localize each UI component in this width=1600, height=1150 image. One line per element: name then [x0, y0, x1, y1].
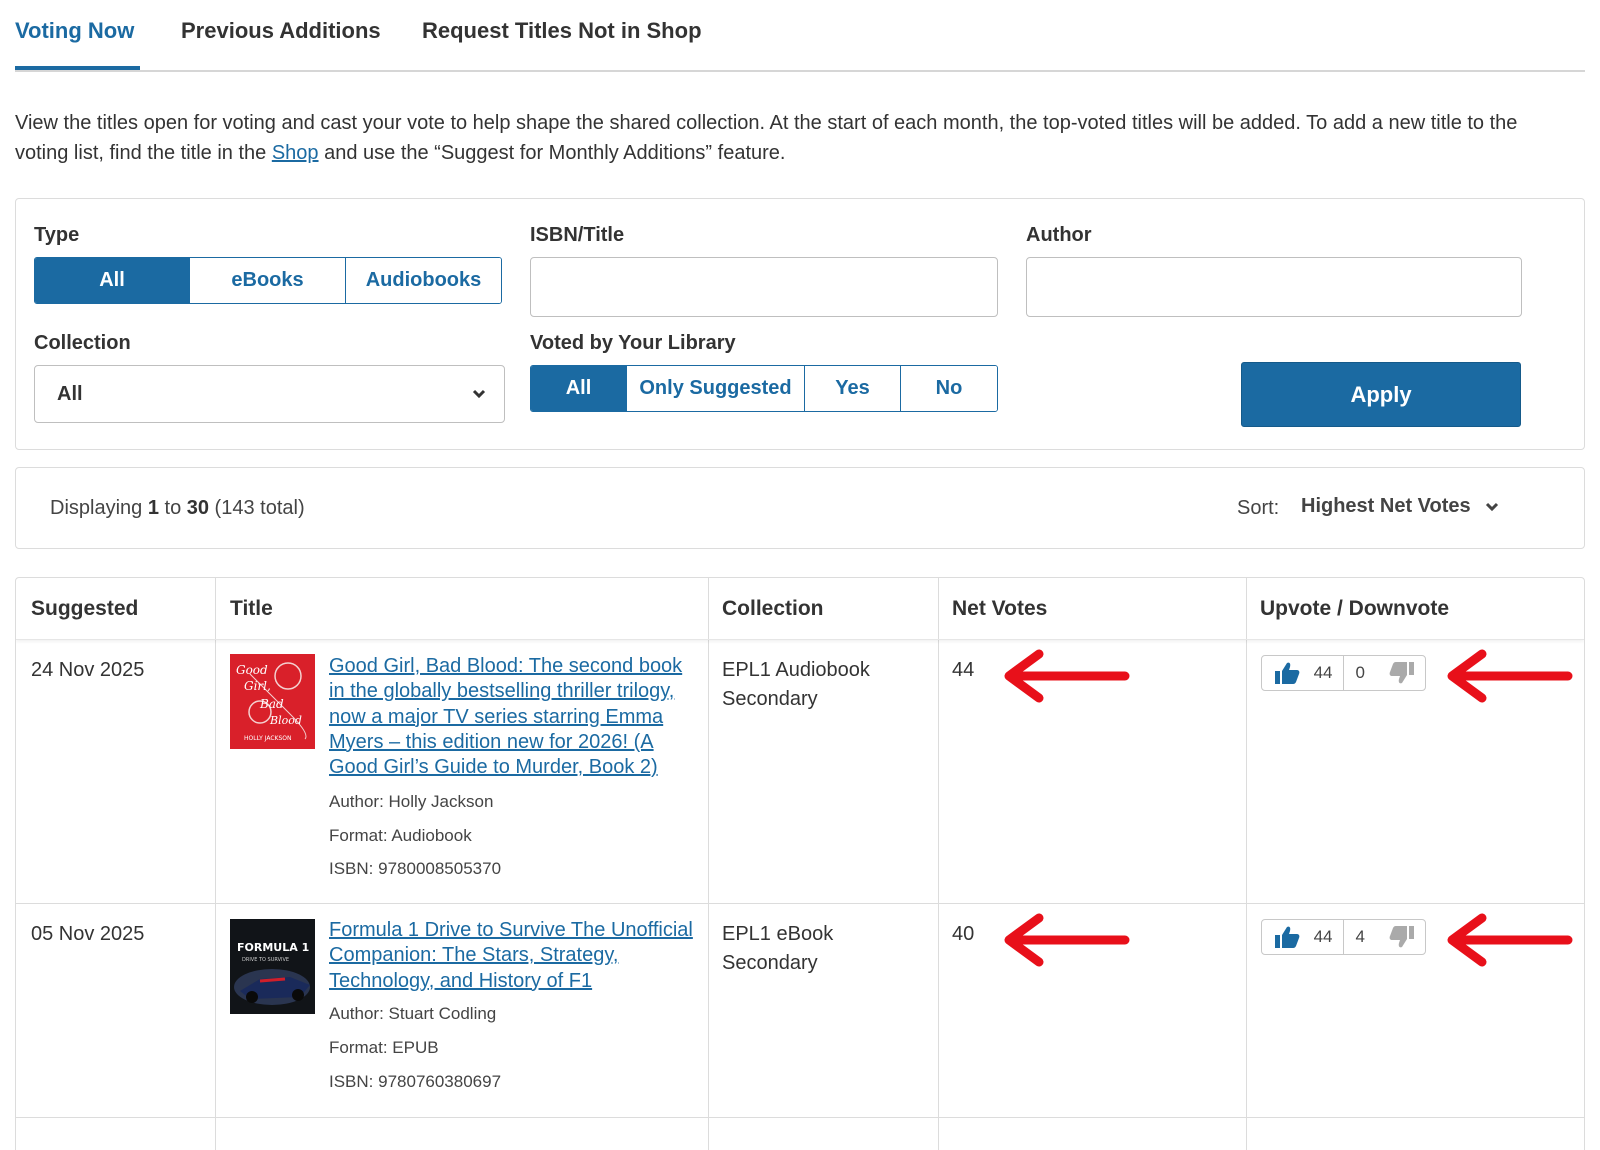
- upvote-button[interactable]: 44: [1262, 656, 1344, 690]
- voted-toggle: All Only Suggested Yes No: [530, 365, 998, 412]
- type-label: Type: [34, 224, 80, 246]
- results-prefix: Displaying: [50, 497, 148, 519]
- cover-art-good-girl-bad-blood: Good Girl, Bad Blood HOLLY JACKSON: [230, 654, 315, 749]
- apply-button[interactable]: Apply: [1241, 362, 1521, 427]
- tab-previous-additions[interactable]: Previous Additions: [181, 18, 381, 44]
- book-cover[interactable]: Good Girl, Bad Blood HOLLY JACKSON: [230, 654, 315, 749]
- downvote-count: 4: [1355, 927, 1365, 946]
- collection-name: EPL1 Audiobook Secondary: [722, 659, 870, 710]
- header-collection[interactable]: Collection: [722, 597, 824, 621]
- isbn-title-input[interactable]: [530, 257, 998, 317]
- collection-select[interactable]: All: [34, 365, 505, 423]
- svg-text:DRIVE TO SURVIVE: DRIVE TO SURVIVE: [242, 957, 289, 963]
- upvote-count: 44: [1313, 663, 1333, 682]
- book-author: Author: Stuart Codling: [329, 1004, 497, 1023]
- book-format: Format: EPUB: [329, 1038, 439, 1057]
- shop-link[interactable]: Shop: [272, 142, 319, 164]
- vote-control: 44 0: [1261, 655, 1426, 691]
- voted-option-no[interactable]: No: [901, 366, 997, 411]
- book-author: Author: Holly Jackson: [329, 792, 494, 811]
- sort-label: Sort:: [1237, 497, 1280, 519]
- vote-control: 44 4: [1261, 919, 1426, 955]
- suggested-date: 05 Nov 2025: [31, 923, 145, 945]
- results-count: Displaying 1 to 30 (143 total): [50, 497, 305, 520]
- results-bar: Displaying 1 to 30 (143 total) Sort: Hig…: [15, 467, 1585, 549]
- chevron-down-icon: [472, 389, 486, 399]
- downvote-button[interactable]: 0: [1344, 656, 1426, 690]
- thumbs-up-icon: [1275, 926, 1300, 948]
- cover-art-formula-1: FORMULA 1 DRIVE TO SURVIVE: [230, 919, 315, 1014]
- upvote-button[interactable]: 44: [1262, 920, 1344, 954]
- header-title[interactable]: Title: [230, 597, 273, 621]
- intro-text-after: and use the “Suggest for Monthly Additio…: [318, 142, 786, 164]
- collection-label: Collection: [34, 332, 131, 354]
- thumbs-down-icon: [1389, 662, 1414, 684]
- author-label: Author: [1026, 224, 1092, 246]
- active-tab-indicator: [15, 66, 140, 70]
- tab-request-titles[interactable]: Request Titles Not in Shop: [422, 18, 702, 44]
- title-link[interactable]: Good Girl, Bad Blood: The second book in…: [329, 654, 694, 780]
- svg-text:Blood: Blood: [269, 714, 302, 727]
- title-link[interactable]: Formula 1 Drive to Survive The Unofficia…: [329, 918, 694, 994]
- collection-select-value: All: [57, 382, 83, 405]
- sort-select[interactable]: Highest Net Votes: [1301, 495, 1499, 518]
- intro-text: View the titles open for voting and cast…: [15, 108, 1575, 168]
- tab-voting-now[interactable]: Voting Now: [15, 18, 134, 44]
- header-suggested[interactable]: Suggested: [31, 597, 138, 621]
- voted-option-all[interactable]: All: [531, 366, 627, 411]
- thumbs-down-icon: [1389, 926, 1414, 948]
- type-option-ebooks[interactable]: eBooks: [190, 258, 346, 303]
- svg-text:Bad: Bad: [259, 697, 284, 711]
- results-to: 30: [186, 497, 209, 519]
- type-option-all[interactable]: All: [35, 258, 190, 303]
- author-input[interactable]: [1026, 257, 1522, 317]
- net-votes: 40: [952, 923, 975, 945]
- svg-text:HOLLY JACKSON: HOLLY JACKSON: [244, 735, 292, 742]
- type-toggle: All eBooks Audiobooks: [34, 257, 502, 304]
- titles-table: Suggested Title Collection Net Votes Upv…: [15, 577, 1585, 1150]
- filter-panel: Type All eBooks Audiobooks ISBN/Title Au…: [15, 198, 1585, 450]
- results-from: 1: [147, 497, 159, 519]
- red-arrow-annotation: [1447, 913, 1573, 967]
- book-format: Format: Audiobook: [329, 826, 472, 845]
- voted-option-yes[interactable]: Yes: [805, 366, 901, 411]
- header-upvote-downvote: Upvote / Downvote: [1260, 597, 1450, 620]
- sort-select-value: Highest Net Votes: [1301, 495, 1471, 517]
- voted-option-only-suggested[interactable]: Only Suggested: [627, 366, 805, 411]
- header-net-votes[interactable]: Net Votes: [952, 597, 1047, 621]
- net-votes: 44: [952, 659, 975, 681]
- type-option-audiobooks[interactable]: Audiobooks: [346, 258, 501, 303]
- voted-by-library-label: Voted by Your Library: [530, 332, 736, 354]
- table-row: 05 Nov 2025 FORMULA 1 DRIVE TO SURVIVE F…: [16, 904, 1584, 1118]
- downvote-button[interactable]: 4: [1344, 920, 1426, 954]
- suggested-date: 24 Nov 2025: [31, 659, 145, 681]
- red-arrow-annotation: [1004, 913, 1130, 967]
- red-arrow-annotation: [1004, 649, 1130, 703]
- table-header: Suggested Title Collection Net Votes Upv…: [16, 578, 1584, 640]
- svg-text:FORMULA 1: FORMULA 1: [237, 941, 309, 954]
- upvote-count: 44: [1313, 927, 1333, 946]
- book-cover[interactable]: FORMULA 1 DRIVE TO SURVIVE: [230, 919, 315, 1014]
- results-total: (143 total): [209, 497, 305, 519]
- collection-name: EPL1 eBook Secondary: [722, 923, 834, 974]
- book-isbn: ISBN: 9780760380697: [329, 1072, 502, 1091]
- svg-text:Girl,: Girl,: [244, 679, 271, 693]
- book-isbn: ISBN: 9780008505370: [329, 859, 502, 878]
- table-row: 24 Nov 2025 Good Girl, Bad Blood HOLLY J…: [16, 640, 1584, 904]
- red-arrow-annotation: [1447, 649, 1573, 703]
- tab-bar: Voting Now Previous Additions Request Ti…: [15, 0, 1585, 72]
- chevron-down-icon: [1485, 502, 1498, 511]
- svg-text:Good: Good: [236, 663, 268, 677]
- isbn-title-label: ISBN/Title: [530, 224, 625, 246]
- downvote-count: 0: [1355, 663, 1365, 682]
- thumbs-up-icon: [1275, 662, 1300, 684]
- results-to-word: to: [158, 497, 187, 519]
